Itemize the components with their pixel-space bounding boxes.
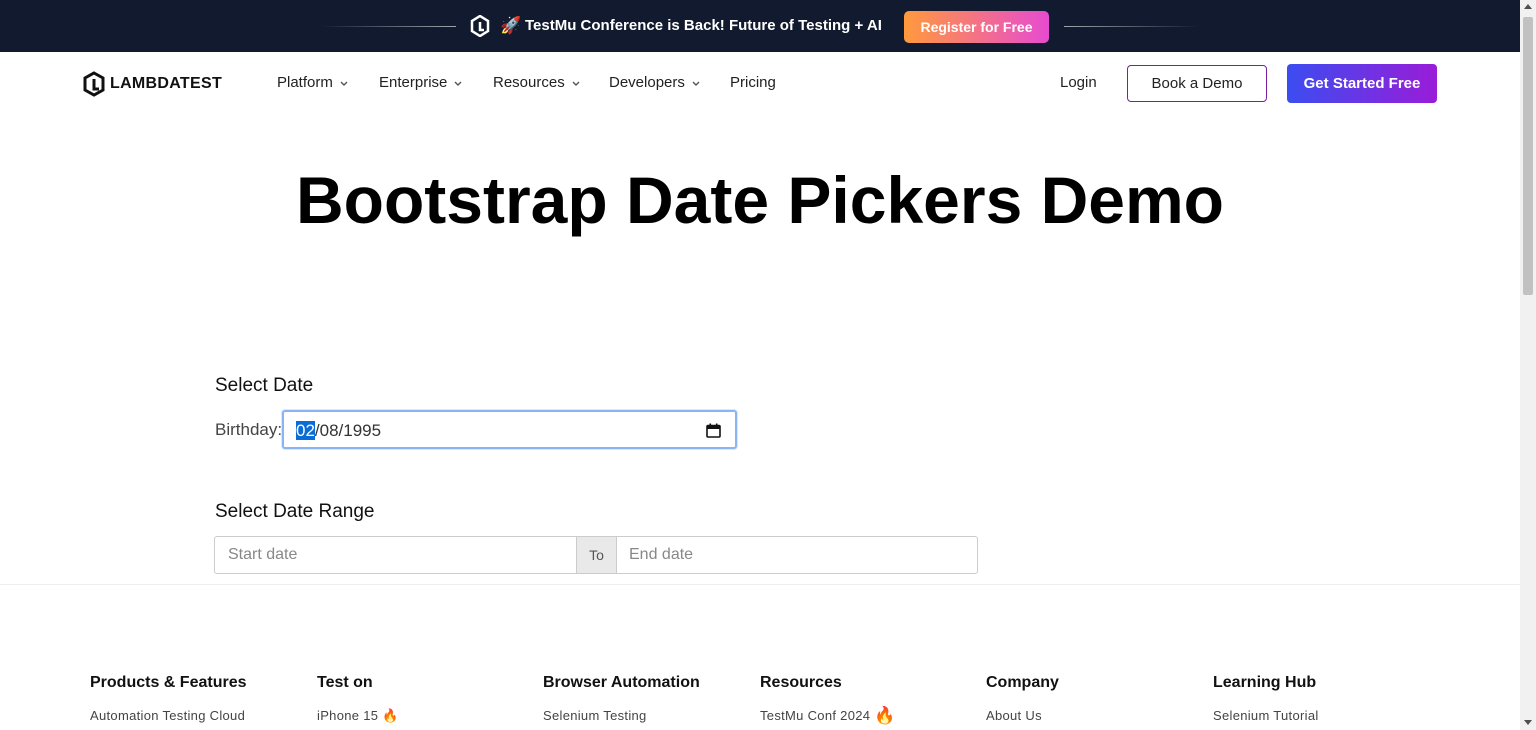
brand-logo[interactable]: LAMBDATEST (82, 70, 232, 98)
nav-developers[interactable]: Developers (609, 74, 701, 92)
footer-column-resources: Resources TestMu Conf 2024 🔥 (760, 673, 896, 724)
brand-name: LAMBDATEST (110, 75, 223, 92)
login-link[interactable]: Login (1060, 74, 1097, 92)
fire-icon: 🔥 (382, 708, 399, 723)
footer-heading: Products & Features (90, 674, 247, 691)
announcement-text: TestMu Conference is Back! Future of Tes… (525, 17, 882, 34)
footer-link[interactable]: TestMu Conf 2024 🔥 (760, 706, 896, 725)
footer-divider (0, 584, 1520, 585)
page-title: Bootstrap Date Pickers Demo (296, 163, 1224, 237)
footer-column-browser-automation: Browser Automation Selenium Testing (543, 673, 700, 724)
birthday-label: Birthday: (215, 420, 283, 439)
chevron-down-icon (692, 81, 700, 86)
page-scrollbar[interactable] (1520, 0, 1536, 730)
footer-heading: Browser Automation (543, 674, 700, 691)
get-started-button[interactable]: Get Started Free (1287, 64, 1437, 103)
nav-platform[interactable]: Platform (277, 74, 349, 92)
footer-link[interactable]: Selenium Testing (543, 708, 700, 724)
nav-label: Platform (277, 74, 333, 91)
footer-link[interactable]: iPhone 15 🔥 (317, 708, 399, 724)
divider-line-left (320, 26, 456, 27)
calendar-icon[interactable] (706, 423, 721, 438)
lambdatest-logo-icon (470, 15, 490, 37)
fire-icon: 🔥 (874, 706, 896, 725)
lambdatest-logo-icon (83, 71, 105, 97)
start-date-input[interactable]: Start date (215, 537, 577, 573)
select-date-heading: Select Date (215, 375, 314, 396)
nav-label: Enterprise (379, 74, 448, 91)
date-month-segment[interactable]: 02 (296, 421, 315, 440)
footer-link-label: iPhone 15 (317, 708, 379, 723)
footer-heading: Learning Hub (1213, 674, 1317, 691)
end-date-input[interactable]: End date (617, 537, 977, 573)
chevron-down-icon (572, 81, 580, 86)
nav-label: Resources (493, 74, 565, 91)
footer-link[interactable]: Selenium Tutorial (1213, 708, 1319, 724)
footer-link[interactable]: About Us (986, 708, 1059, 724)
footer-column-products: Products & Features Automation Testing C… (90, 673, 246, 724)
nav-enterprise[interactable]: Enterprise (379, 74, 463, 92)
nav-label: Pricing (730, 74, 776, 91)
nav-pricing[interactable]: Pricing (730, 74, 776, 92)
announcement-bar: 🚀 TestMu Conference is Back! Future of T… (0, 0, 1520, 52)
footer-link-label: TestMu Conf 2024 (760, 708, 871, 723)
scroll-down-arrow-icon[interactable] (1524, 720, 1532, 725)
date-rest-segment[interactable]: /08/1995 (315, 421, 381, 440)
footer-column-company: Company About Us (986, 673, 1059, 724)
scrollbar-thumb[interactable] (1523, 17, 1533, 295)
rocket-icon: 🚀 (500, 16, 522, 35)
footer-heading: Test on (317, 674, 373, 691)
nav-label: Developers (609, 74, 685, 91)
footer-link-label: Selenium Testing (543, 708, 647, 723)
date-value: 02/08/1995 (296, 421, 381, 441)
footer-link-label: About Us (986, 708, 1042, 723)
footer-link[interactable]: Automation Testing Cloud (90, 708, 246, 724)
chevron-down-icon (340, 81, 348, 86)
footer-heading: Company (986, 674, 1059, 691)
divider-line-right (1064, 26, 1200, 27)
birthday-date-input[interactable]: 02/08/1995 (282, 410, 737, 449)
footer-link-label: Selenium Tutorial (1213, 708, 1319, 723)
scroll-up-arrow-icon[interactable] (1524, 4, 1532, 9)
book-demo-button[interactable]: Book a Demo (1127, 65, 1267, 102)
footer-heading: Resources (760, 674, 842, 691)
footer-link-label: Automation Testing Cloud (90, 708, 246, 723)
date-range-group: Start date To End date (214, 536, 978, 574)
chevron-down-icon (454, 81, 462, 86)
nav-resources[interactable]: Resources (493, 74, 581, 92)
footer-column-test-on: Test on iPhone 15 🔥 (317, 673, 399, 724)
footer-column-learning-hub: Learning Hub Selenium Tutorial (1213, 673, 1319, 724)
register-button[interactable]: Register for Free (904, 11, 1049, 43)
range-to-label: To (577, 537, 617, 573)
select-date-range-heading: Select Date Range (215, 501, 375, 522)
